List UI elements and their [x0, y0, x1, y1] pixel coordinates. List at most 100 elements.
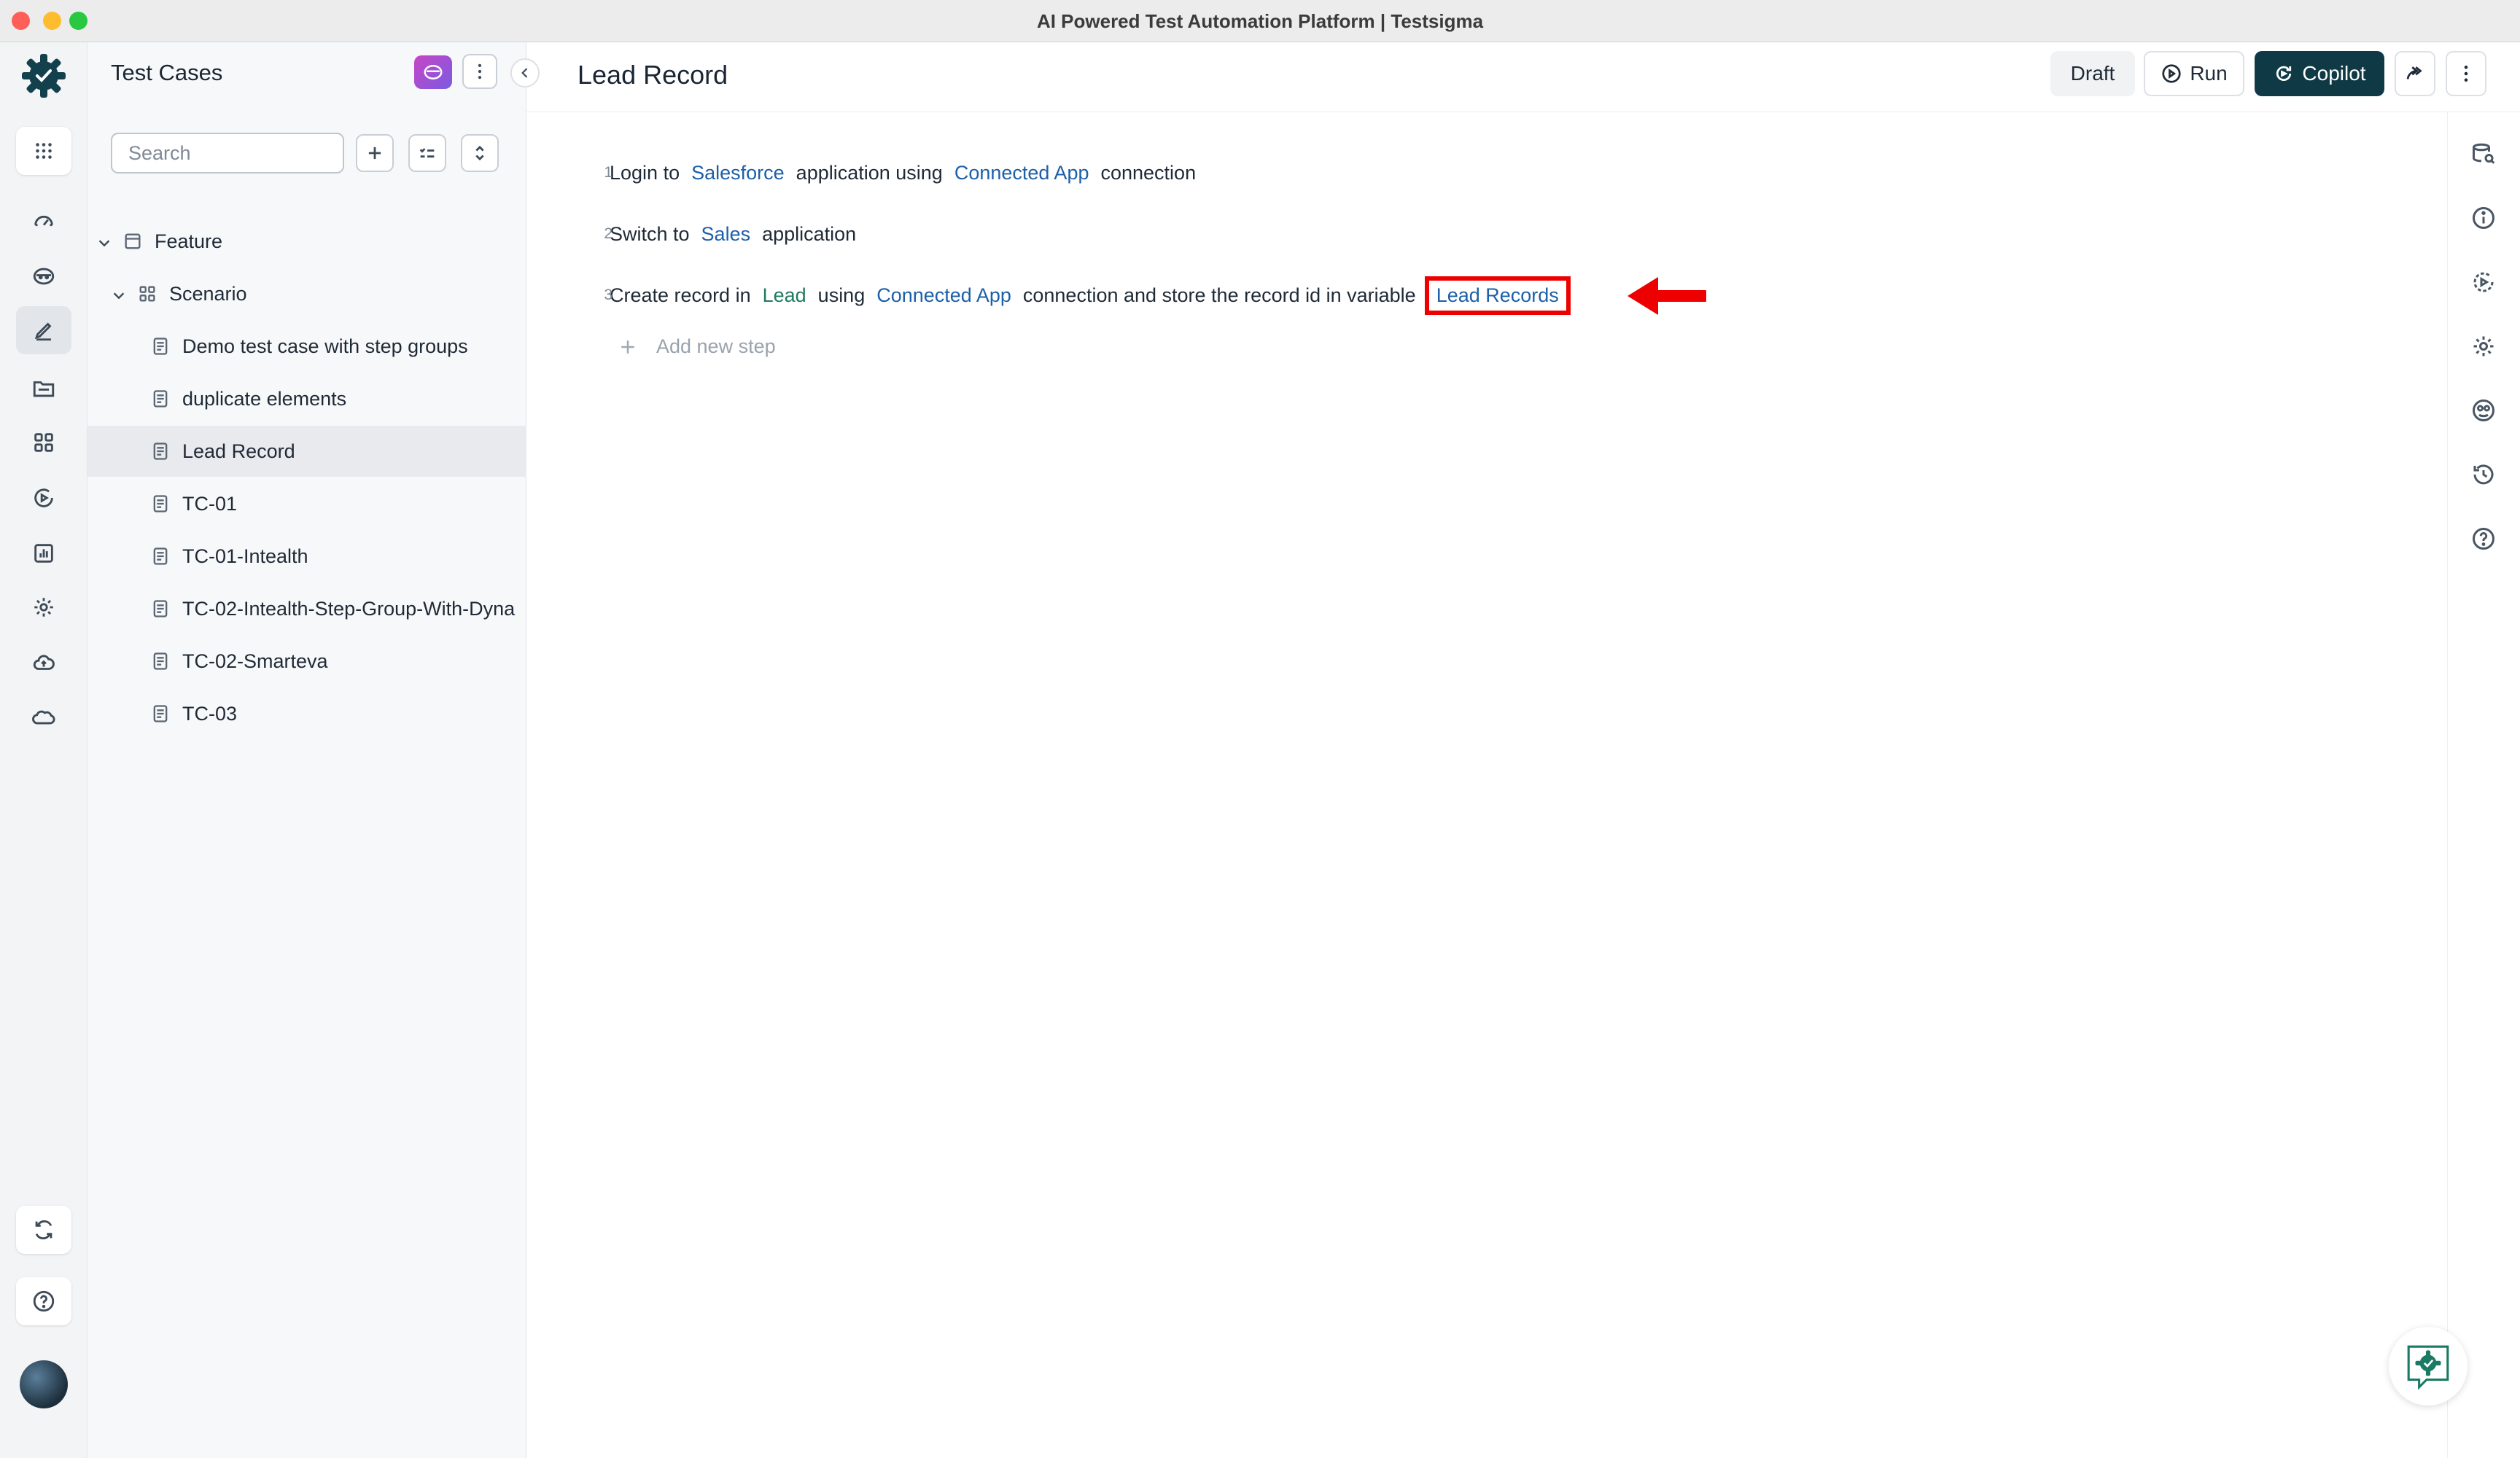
tree-feature-label: Feature	[155, 230, 223, 252]
elements-icon[interactable]	[16, 418, 71, 467]
step-text: using	[817, 284, 866, 306]
test-step[interactable]: 1 Login to Salesforce application using Conn…	[604, 155, 1208, 191]
help-icon[interactable]	[16, 1277, 71, 1325]
copilot-icon	[2276, 66, 2292, 81]
scenario-icon	[137, 284, 158, 304]
test-step[interactable]: 2 Switch to Sales application	[604, 216, 868, 252]
tree-test-case[interactable]: TC-02-Smarteva	[88, 636, 526, 687]
more-vertical-icon	[2464, 66, 2468, 82]
test-case-doc-icon	[150, 599, 171, 619]
test-data-search-icon[interactable]	[2465, 136, 2502, 172]
test-case-doc-icon	[150, 389, 171, 409]
step-number: 1	[604, 164, 612, 181]
nav-rail	[0, 42, 88, 1458]
help-icon[interactable]	[2465, 521, 2502, 557]
feature-icon	[122, 231, 143, 252]
test-case-label: Lead Record	[182, 440, 295, 462]
add-new-step-button[interactable]: Add new step	[617, 335, 776, 358]
test-case-doc-icon	[150, 546, 171, 566]
dry-run-icon[interactable]	[2465, 264, 2502, 300]
dashboard-icon[interactable]	[16, 197, 71, 245]
test-step[interactable]: 3 Create record in Lead using Connected App c…	[604, 276, 1582, 315]
test-case-label: TC-01	[182, 492, 238, 515]
run-results-icon[interactable]	[16, 474, 71, 522]
visual-icon[interactable]	[2465, 392, 2502, 429]
step-variable-token[interactable]: Salesforce	[691, 162, 785, 184]
test-case-label: duplicate elements	[182, 387, 347, 410]
app-grid-icon[interactable]	[16, 127, 71, 175]
settings-icon[interactable]	[16, 583, 71, 631]
share-button[interactable]	[2395, 51, 2435, 96]
step-text: Create record in	[610, 284, 751, 306]
test-data-icon[interactable]	[16, 364, 71, 413]
test-case-doc-icon	[150, 441, 171, 461]
ai-assistant-icon[interactable]	[414, 55, 452, 89]
tree-test-case[interactable]: duplicate elements	[88, 373, 526, 424]
test-case-label: TC-03	[182, 702, 238, 725]
step-text: Login to	[610, 161, 680, 184]
history-icon[interactable]	[2465, 456, 2502, 493]
draft-status-button[interactable]: Draft	[2050, 51, 2135, 96]
main-header: Lead Record Draft Run Copilot	[526, 42, 2520, 112]
user-avatar[interactable]	[20, 1360, 68, 1408]
window-title: AI Powered Test Automation Platform | Te…	[1036, 10, 1484, 32]
ai-agent-icon[interactable]	[16, 252, 71, 300]
share-arrow-icon	[2406, 66, 2422, 79]
step-text: application using	[796, 161, 943, 184]
test-case-doc-icon	[150, 494, 171, 514]
test-case-doc-icon	[150, 703, 171, 724]
tree-test-case[interactable]: TC-02-Intealth-Step-Group-With-Dyna	[88, 583, 526, 634]
info-icon[interactable]	[2465, 200, 2502, 236]
step-number: 3	[604, 286, 612, 303]
run-button-label: Run	[2190, 62, 2228, 85]
step-variable-token[interactable]: Connected App	[876, 284, 1011, 307]
cloud-upload-icon[interactable]	[16, 639, 71, 687]
tree-scenario[interactable]: Scenario	[88, 268, 526, 319]
tree-test-case-selected[interactable]: Lead Record	[88, 426, 526, 477]
tree-test-case[interactable]: TC-03	[88, 688, 526, 739]
tree-scenario-label: Scenario	[169, 282, 247, 305]
test-cases-panel: Test Cases Feature Scenario Demo test ca…	[88, 42, 540, 1458]
annotation-arrow-icon	[1628, 277, 1706, 315]
play-icon	[2162, 64, 2181, 83]
add-test-case-button[interactable]	[356, 134, 394, 172]
step-text: Switch to	[610, 222, 690, 245]
chevron-down-icon[interactable]	[96, 233, 112, 249]
test-cases-icon[interactable]	[16, 306, 71, 354]
panel-more-button[interactable]	[462, 54, 497, 89]
test-case-label: TC-02-Smarteva	[182, 650, 328, 672]
test-case-label: Demo test case with step groups	[182, 335, 468, 357]
sync-icon[interactable]	[16, 1206, 71, 1254]
tree-test-case[interactable]: TC-01	[88, 478, 526, 529]
step-entity-token[interactable]: Lead	[763, 284, 806, 307]
testsigma-logo-icon[interactable]	[18, 50, 70, 102]
settings-icon[interactable]	[2465, 328, 2502, 364]
more-options-button[interactable]	[2446, 51, 2486, 96]
expand-collapse-button[interactable]	[461, 134, 499, 172]
select-mode-button[interactable]	[408, 134, 446, 172]
tree-feature[interactable]: Feature	[88, 216, 526, 267]
window-titlebar: AI Powered Test Automation Platform | Te…	[0, 0, 2520, 42]
tree-test-case[interactable]: TC-01-Intealth	[88, 531, 526, 582]
tree-test-case[interactable]: Demo test case with step groups	[88, 321, 526, 372]
step-variable-token[interactable]: Sales	[701, 223, 751, 246]
test-case-label: TC-01-Intealth	[182, 545, 308, 567]
right-tools-rail	[2447, 112, 2520, 1458]
test-case-label: TC-02-Intealth-Step-Group-With-Dyna	[182, 597, 516, 620]
copilot-button[interactable]: Copilot	[2255, 51, 2384, 96]
search-input[interactable]	[111, 133, 344, 174]
panel-title: Test Cases	[111, 60, 223, 85]
step-text: connection and store the record id in va…	[1022, 284, 1416, 306]
test-case-doc-icon	[150, 336, 171, 356]
step-number: 2	[604, 225, 612, 242]
step-variable-token[interactable]: Connected App	[954, 162, 1089, 184]
copilot-button-label: Copilot	[2302, 62, 2366, 85]
testsigma-chat-icon	[2407, 1345, 2449, 1390]
test-case-doc-icon	[150, 651, 171, 671]
salesforce-cloud-icon[interactable]	[16, 694, 71, 742]
support-chat-button[interactable]	[2389, 1327, 2468, 1406]
reports-icon[interactable]	[16, 529, 71, 577]
run-button[interactable]: Run	[2144, 51, 2244, 96]
chevron-down-icon[interactable]	[111, 286, 127, 302]
highlighted-variable-token[interactable]: Lead Records	[1424, 276, 1571, 315]
